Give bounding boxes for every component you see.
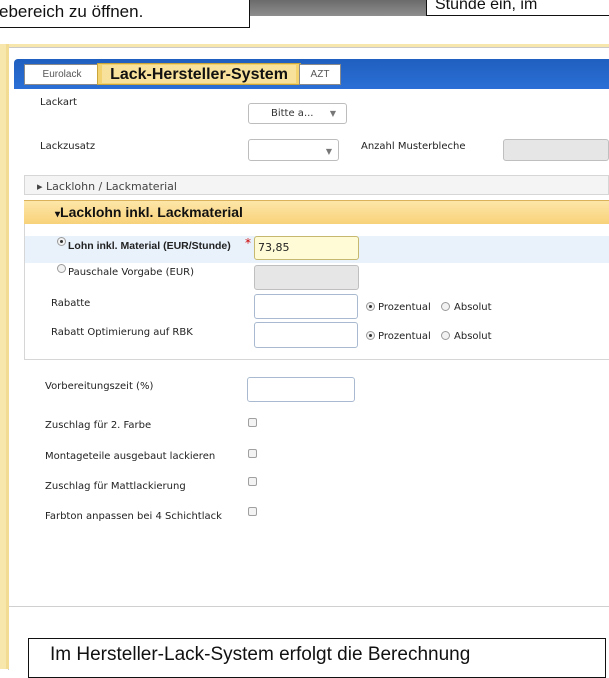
frame-left-edge <box>6 44 9 669</box>
radio-rabatte-absolut[interactable] <box>441 302 450 311</box>
radio-lohn-inkl-material[interactable] <box>57 237 66 246</box>
rabatt-optimierung-input[interactable] <box>254 322 358 348</box>
checkbox-label-zuschlag-2-farbe: Zuschlag für 2. Farbe <box>45 420 152 431</box>
checkbox-montageteile[interactable] <box>248 449 257 458</box>
section-lacklohn-lackmaterial-title: ▸ Lacklohn / Lackmaterial <box>37 180 177 193</box>
lackzusatz-label: Lackzusatz <box>40 141 96 152</box>
section-collapsed-label: Lacklohn / Lackmaterial <box>46 180 177 193</box>
checkbox-label-mattlackierung: Zuschlag für Mattlackierung <box>45 481 186 492</box>
tab-eurolack[interactable]: Eurolack <box>24 64 100 85</box>
rabatt-opt-absolut-label: Absolut <box>454 331 492 342</box>
section-lacklohn-inkl-lackmaterial[interactable]: ▾Lacklohn inkl. Lackmaterial <box>24 200 609 224</box>
vorbereitungszeit-label: Vorbereitungszeit (%) <box>45 381 154 392</box>
tab-azt[interactable]: AZT <box>299 64 341 85</box>
callout-bottom: Im Hersteller-Lack-System erfolgt die Be… <box>28 638 606 678</box>
radio-rabatt-opt-prozentual[interactable] <box>366 331 375 340</box>
checkbox-farbton-anpassen[interactable] <box>248 507 257 516</box>
lackart-select[interactable]: Bitte a... ▼ <box>248 103 347 124</box>
checkbox-mattlackierung[interactable] <box>248 477 257 486</box>
checkbox-label-montageteile: Montageteile ausgebaut lackieren <box>45 451 216 462</box>
checkbox-label-farbton-anpassen: Farbton anpassen bei 4 Schichtlack <box>45 511 222 522</box>
lohn-inkl-material-input[interactable]: 73,85 <box>254 236 359 260</box>
section-open-label: Lacklohn inkl. Lackmaterial <box>60 204 243 220</box>
radio-rabatte-prozentual[interactable] <box>366 302 375 311</box>
callout-top-left: ebereich zu öffnen. <box>0 0 250 28</box>
divider <box>9 606 609 607</box>
section-open-title: ▾Lacklohn inkl. Lackmaterial <box>55 204 243 220</box>
caret-right-icon: ▸ <box>37 180 43 193</box>
lackart-label: Lackart <box>40 97 77 108</box>
checkbox-zuschlag-2-farbe[interactable] <box>248 418 257 427</box>
tab-lack-hersteller-system-label: Lack-Hersteller-System <box>110 66 288 83</box>
rabatte-label: Rabatte <box>51 298 91 309</box>
tab-lack-hersteller-system[interactable]: Lack-Hersteller-System <box>97 63 301 85</box>
rabatte-input[interactable] <box>254 294 358 319</box>
pauschale-vorgabe-label: Pauschale Vorgabe (EUR) <box>68 267 194 278</box>
rabatt-opt-prozentual-label: Prozentual <box>378 331 431 342</box>
anzahl-musterbleche-input[interactable] <box>503 139 609 161</box>
radio-rabatt-opt-absolut[interactable] <box>441 331 450 340</box>
lackzusatz-select[interactable]: ▼ <box>248 139 339 161</box>
rabatte-absolut-label: Absolut <box>454 302 492 313</box>
required-mark: * <box>245 236 251 250</box>
lackart-value: Bitte a... <box>271 108 314 119</box>
rabatt-optimierung-label: Rabatt Optimierung auf RBK <box>51 327 193 338</box>
pauschale-vorgabe-input[interactable] <box>254 265 359 290</box>
radio-pauschale-vorgabe[interactable] <box>57 264 66 273</box>
vorbereitungszeit-input[interactable] <box>247 377 355 402</box>
chevron-down-icon: ▼ <box>325 147 332 156</box>
anzahl-musterbleche-label: Anzahl Musterbleche <box>361 141 466 152</box>
lohn-inkl-material-label: Lohn inkl. Material (EUR/Stunde) <box>68 240 231 252</box>
chevron-down-icon: ▼ <box>329 109 336 118</box>
tab-bar: Eurolack Lack-Hersteller-System AZT <box>14 59 609 89</box>
rabatte-prozentual-label: Prozentual <box>378 302 431 313</box>
callout-top-right: Stunde ein, im <box>426 0 609 16</box>
section-lacklohn-lackmaterial[interactable]: ▸ Lacklohn / Lackmaterial <box>24 175 609 195</box>
